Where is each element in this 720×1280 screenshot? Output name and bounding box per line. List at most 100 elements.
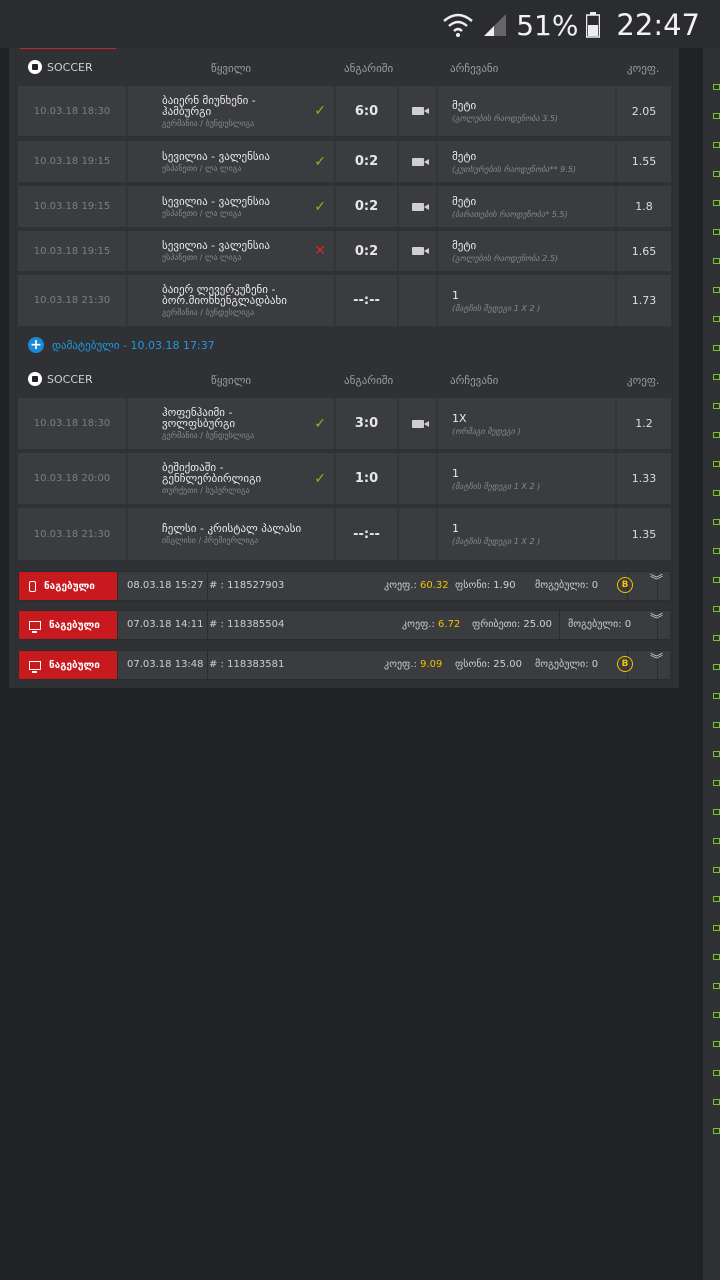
bet-date: 10.03.18 18:30 <box>18 398 126 449</box>
ticket-stake-value: 25.00 <box>523 619 553 630</box>
status-marker <box>713 1070 720 1076</box>
bet-row[interactable]: 10.03.18 21:30 ბაიერ ლევერკუზენი - ბორ.მი… <box>18 275 671 326</box>
market-name: (ბარათების რაოდენობა* 5.5) <box>452 209 568 219</box>
bet-event: ბაიერ ლევერკუზენი - ბორ.მიონხენგლადბახი გ… <box>128 275 334 326</box>
league-name: ესპანეთი / ლა ლიგა <box>162 208 242 218</box>
bet-event: ჩელსი - კრისტალ პალასი ინგლისი / პრემიერლ… <box>128 508 334 560</box>
match-score: 0:2 <box>336 186 397 227</box>
match-info: სევილია - ვალენსია ესპანეთი / ლა ლიგა <box>162 141 302 182</box>
selection-value: 1 <box>452 466 459 480</box>
video-cell[interactable] <box>399 86 436 136</box>
match-info: ჩელსი - კრისტალ პალასი ინგლისი / პრემიერლ… <box>162 508 302 560</box>
video-cell[interactable] <box>399 141 436 182</box>
status-marker <box>713 403 720 409</box>
status-marker <box>713 432 720 438</box>
video-camera-icon[interactable] <box>411 247 429 255</box>
expand-chevron-icon[interactable]: ︾ <box>650 614 663 627</box>
video-camera-icon[interactable] <box>411 419 429 428</box>
status-marker <box>713 664 720 670</box>
status-marker <box>713 171 720 177</box>
market-name: (გოლების რაოდენობა 3.5) <box>452 114 559 123</box>
video-cell[interactable] <box>399 231 436 271</box>
video-cell[interactable] <box>399 186 436 227</box>
selection-value: მეტი <box>452 194 477 208</box>
bet-row[interactable]: 10.03.18 19:15 სევილია - ვალენსია ესპანეთი… <box>18 186 671 227</box>
market-name: (ორმაგი შედეგი ) <box>452 426 521 436</box>
video-camera-icon[interactable] <box>411 157 429 166</box>
expand-chevron-icon[interactable]: ︾ <box>650 575 663 588</box>
match-info: ჰოფენჰაიმი - ვოლფსბურგი გერმანია / ბუნდეს… <box>162 398 302 449</box>
match-info: სევილია - ვალენსია ესპანეთი / ლა ლიგა <box>162 186 302 227</box>
bet-odds: 2.05 <box>617 86 671 136</box>
desktop-icon <box>29 660 41 673</box>
status-marker <box>713 867 720 873</box>
status-marker <box>713 577 720 583</box>
video-camera-icon[interactable] <box>411 202 429 211</box>
ticket-win: მოგებული: 0 <box>535 659 598 670</box>
bet-selection: 1 (მატჩის შედეგი 1 X 2 ) <box>438 508 615 560</box>
ticket-win-value: 0 <box>591 580 599 591</box>
selection-info: 1 (მატჩის შედეგი 1 X 2 ) <box>452 508 540 560</box>
bet-selection: 1X (ორმაგი შედეგი ) <box>438 398 615 449</box>
column-header-score: ანგარიში <box>344 62 394 75</box>
status-marker <box>713 809 720 815</box>
status-marker <box>713 1041 720 1047</box>
status-marker <box>713 780 720 786</box>
phone-icon <box>29 580 36 592</box>
bet-event: ბეშიქთაში - გენჩლერბირლიგი თურქეთი / სუპე… <box>128 453 334 504</box>
ticket-row[interactable]: ნაგებული 07.03.18 13:48 # : 118383581 კოეფ.… <box>18 650 671 680</box>
bet-date: 10.03.18 19:15 <box>18 186 126 227</box>
market-name: (მატჩის შედეგი 1 X 2 ) <box>452 537 541 546</box>
bet-row[interactable]: 10.03.18 20:00 ბეშიქთაში - გენჩლერბირლიგი… <box>18 453 671 504</box>
bet-row[interactable]: 10.03.18 19:15 სევილია - ვალენსია ესპანეთი… <box>18 141 671 182</box>
selection-info: მეტი (გოლების რაოდენობა 3.5) <box>452 86 558 136</box>
ticket-divider <box>117 572 118 600</box>
ticket-divider <box>117 651 118 679</box>
ticket-odds-value: 9.09 <box>420 659 443 670</box>
status-marker <box>713 983 720 989</box>
match-name: ბეშიქთაში - გენჩლერბირლიგი <box>162 461 262 485</box>
selection-value: 1 <box>452 522 459 535</box>
ticket-odds: კოეფ.: 9.09 <box>384 659 442 670</box>
expand-chevron-icon[interactable]: ︾ <box>650 654 663 667</box>
video-camera-icon[interactable] <box>411 107 429 115</box>
bet-row[interactable]: 10.03.18 19:15 სევილია - ვალენსია ესპანეთი… <box>18 231 671 271</box>
ticket-date: 07.03.18 14:11 <box>127 619 204 630</box>
ticket-row[interactable]: ნაგებული 07.03.18 14:11 # : 118385504 კოეფ.… <box>18 610 671 640</box>
video-cell[interactable] <box>399 398 436 449</box>
ticket-divider <box>207 611 208 639</box>
league-name: გერმანია / ბუნდესლიგა <box>162 308 255 317</box>
check-icon: ✓ <box>314 153 326 170</box>
status-marker <box>713 519 720 525</box>
status-marker <box>713 896 720 902</box>
status-bar: 51% 22:47 <box>0 0 720 48</box>
added-link[interactable]: + დამატებული - 10.03.18 17:37 <box>28 336 215 354</box>
bet-row[interactable]: 10.03.18 18:30 ჰოფენჰაიმი - ვოლფსბურგი გერ… <box>18 398 671 449</box>
bet-row[interactable]: 10.03.18 18:30 ბაიერნ მიუნხენი - ჰამბურგი… <box>18 86 671 136</box>
column-header-selection: არჩევანი <box>450 62 499 75</box>
check-icon: ✓ <box>314 470 326 487</box>
status-marker <box>713 287 720 293</box>
status-marker <box>713 229 720 235</box>
status-marker <box>713 461 720 467</box>
status-marker <box>713 84 720 90</box>
status-marker <box>713 954 720 960</box>
match-score: 0:2 <box>336 141 397 182</box>
bet-odds: 1.55 <box>617 141 671 182</box>
ticket-stake: ფსონი: 1.90 <box>455 580 516 591</box>
ticket-stake-value: 25.00 <box>493 659 522 670</box>
status-right: 51% 22:47 <box>442 6 700 44</box>
match-info: ბაიერ ლევერკუზენი - ბორ.მიონხენგლადბახი გ… <box>162 275 302 326</box>
match-score: --:-- <box>336 508 397 560</box>
selection-info: მეტი (კუთხურების რაოდენობა** 9.5) <box>452 141 576 182</box>
match-score: 3:0 <box>336 398 397 449</box>
status-marker <box>713 258 720 264</box>
ticket-row[interactable]: ნაგებული 08.03.18 15:27 # : 118527903 კოეფ.… <box>18 571 671 601</box>
status-marker <box>713 722 720 728</box>
wifi-icon <box>443 13 474 37</box>
bet-date: 10.03.18 21:30 <box>18 275 126 326</box>
sport-label: SOCCER <box>47 61 93 74</box>
bet-selection: მეტი (გოლების რაოდენობა 2.5) <box>438 231 615 271</box>
ticket-odds-value: 6.72 <box>438 619 461 630</box>
bet-row[interactable]: 10.03.18 21:30 ჩელსი - კრისტალ პალასი ინგლ… <box>18 508 671 560</box>
